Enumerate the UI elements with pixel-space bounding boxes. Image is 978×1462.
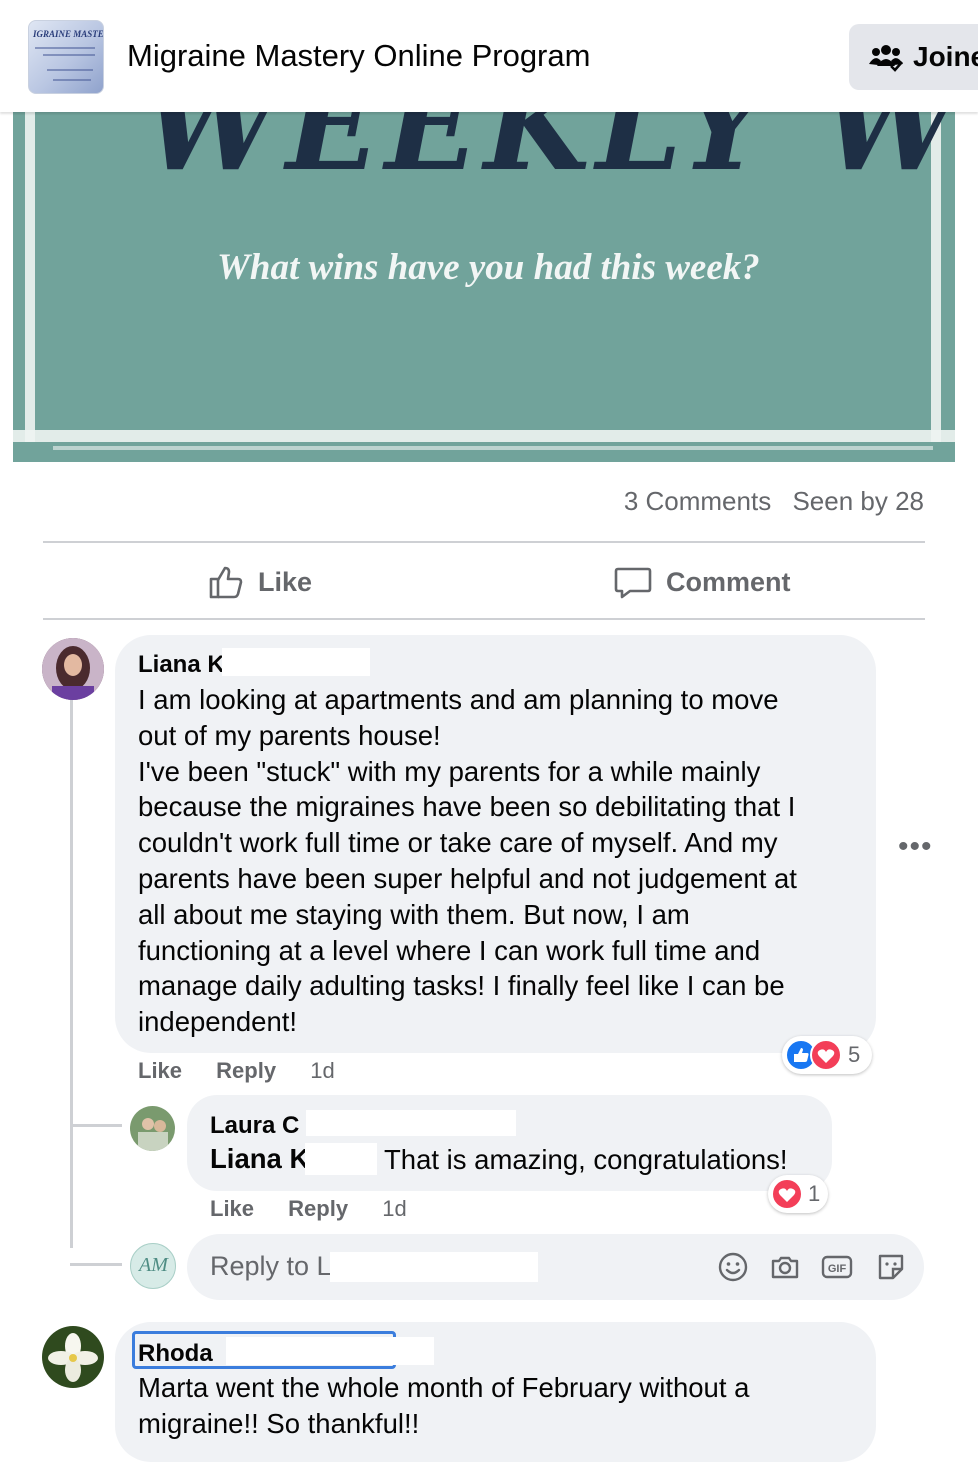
divider <box>43 541 925 543</box>
reply-author[interactable]: Laura C <box>210 1112 299 1140</box>
comment-label: Comment <box>666 566 791 597</box>
joined-button[interactable]: Joine <box>849 24 978 90</box>
thumbs-up-icon <box>209 566 243 599</box>
group-title[interactable]: Migraine Mastery Online Program <box>127 38 590 74</box>
svg-text:GIF: GIF <box>828 1263 847 1275</box>
reply-text: That is amazing, congratulations! <box>384 1144 788 1175</box>
thread-branch <box>70 1124 122 1127</box>
my-avatar-initials: AM <box>139 1254 168 1276</box>
comment-author[interactable]: Rhoda <box>138 1340 213 1368</box>
post-image-subtitle: What wins have you had this week? <box>217 247 760 288</box>
my-avatar[interactable]: AM <box>130 1243 176 1289</box>
comment-reply-link[interactable]: Reply <box>216 1058 276 1083</box>
comment-text: I am looking at apartments and am planni… <box>138 684 797 1038</box>
group-thumbnail-text: IGRAINE MASTEI <box>33 29 104 39</box>
love-icon <box>771 1178 803 1210</box>
redaction <box>330 1252 538 1282</box>
sticker-icon[interactable] <box>875 1251 907 1283</box>
joined-label: Joine <box>913 41 978 72</box>
redaction <box>226 1337 434 1365</box>
reply-actions: Like Reply 1d <box>210 1196 407 1222</box>
reply-like-link[interactable]: Like <box>210 1196 254 1221</box>
comment-author[interactable]: Liana K. <box>138 651 231 679</box>
emoji-icon[interactable] <box>717 1251 749 1283</box>
reaction-count: 1 <box>808 1181 821 1206</box>
avatar[interactable] <box>42 638 104 700</box>
like-label: Like <box>258 566 313 597</box>
comment-like-link[interactable]: Like <box>138 1058 182 1083</box>
reply-placeholder: Reply to L <box>210 1251 332 1281</box>
group-thumbnail[interactable]: IGRAINE MASTEI <box>28 20 104 94</box>
post-stats: 3 Comments Seen by 28 <box>624 486 924 517</box>
reply-input[interactable]: Reply to L GIF <box>187 1234 924 1300</box>
reaction-summary[interactable]: 1 <box>768 1175 828 1213</box>
like-button[interactable]: Like <box>208 560 312 604</box>
more-options-icon[interactable]: ••• <box>898 830 933 864</box>
gif-icon[interactable]: GIF <box>821 1251 853 1283</box>
comment-time[interactable]: 1d <box>310 1058 334 1083</box>
redaction <box>306 1110 516 1136</box>
reaction-count: 5 <box>848 1042 861 1067</box>
comment-button[interactable]: Comment <box>614 560 791 604</box>
comment-text: Marta went the whole month of February w… <box>138 1372 750 1439</box>
comment-bubble-icon <box>614 567 652 599</box>
reply-time[interactable]: 1d <box>382 1196 406 1221</box>
avatar[interactable] <box>130 1106 175 1151</box>
reaction-summary[interactable]: 5 <box>782 1036 872 1074</box>
group-header: IGRAINE MASTEI Migraine Mastery Online P… <box>0 0 978 112</box>
redaction <box>222 648 370 676</box>
comment-actions: Like Reply 1d <box>138 1058 335 1084</box>
reply-mention[interactable]: Liana K <box>210 1143 309 1175</box>
reply-reply-link[interactable]: Reply <box>288 1196 348 1221</box>
thread-branch <box>70 1263 122 1266</box>
redaction <box>305 1143 377 1175</box>
post-image-headline: WEEKLY WIN <box>143 112 955 198</box>
seen-by-count[interactable]: Seen by 28 <box>792 486 924 516</box>
comment-count[interactable]: 3 Comments <box>624 486 771 516</box>
divider <box>43 618 925 620</box>
camera-icon[interactable] <box>769 1251 801 1283</box>
group-members-icon <box>869 45 903 72</box>
thread-line <box>70 700 73 1248</box>
avatar[interactable] <box>42 1326 104 1388</box>
post-image[interactable]: WEEKLY WIN What wins have you had this w… <box>13 112 955 462</box>
